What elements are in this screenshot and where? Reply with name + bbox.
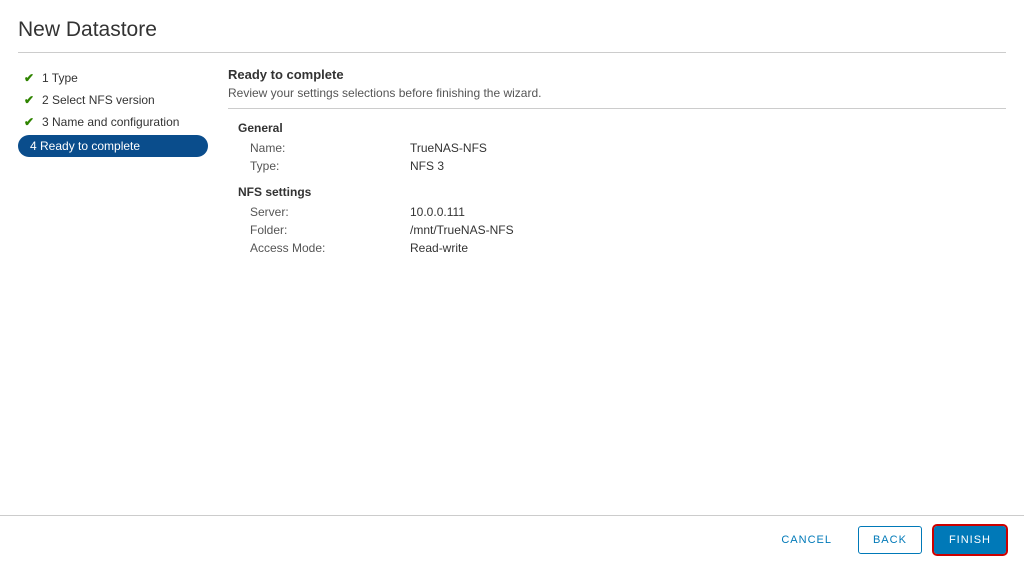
section-general-title: General	[238, 121, 1006, 135]
label-server: Server:	[250, 205, 410, 219]
content-wrap: ✔ 1 Type ✔ 2 Select NFS version ✔ 3 Name…	[18, 57, 1006, 257]
check-icon: ✔	[24, 93, 38, 107]
panel-subheading: Review your settings selections before f…	[228, 86, 1006, 100]
cancel-button[interactable]: CANCEL	[767, 526, 846, 554]
label-name: Name:	[250, 141, 410, 155]
value-server: 10.0.0.111	[410, 205, 465, 219]
section-nfs-title: NFS settings	[238, 185, 1006, 199]
step-label: 1 Type	[42, 71, 78, 85]
step-label: 4 Ready to complete	[30, 139, 140, 153]
back-button[interactable]: BACK	[858, 526, 922, 554]
value-access-mode: Read-write	[410, 241, 468, 255]
row-name: Name: TrueNAS-NFS	[228, 139, 1006, 157]
step-name-configuration[interactable]: ✔ 3 Name and configuration	[18, 111, 208, 133]
main-panel: Ready to complete Review your settings s…	[208, 57, 1006, 257]
check-icon: ✔	[24, 115, 38, 129]
row-access-mode: Access Mode: Read-write	[228, 239, 1006, 257]
step-label: 2 Select NFS version	[42, 93, 155, 107]
row-type: Type: NFS 3	[228, 157, 1006, 175]
wizard-title: New Datastore	[18, 18, 1006, 42]
label-type: Type:	[250, 159, 410, 173]
label-folder: Folder:	[250, 223, 410, 237]
step-type[interactable]: ✔ 1 Type	[18, 67, 208, 89]
step-ready-complete[interactable]: 4 Ready to complete	[18, 135, 208, 157]
title-divider	[18, 52, 1006, 53]
wizard-footer: CANCEL BACK FINISH	[0, 515, 1024, 564]
wizard-sidebar: ✔ 1 Type ✔ 2 Select NFS version ✔ 3 Name…	[18, 57, 208, 257]
finish-button[interactable]: FINISH	[934, 526, 1006, 554]
panel-heading: Ready to complete	[228, 67, 1006, 82]
value-folder: /mnt/TrueNAS-NFS	[410, 223, 514, 237]
step-label: 3 Name and configuration	[42, 115, 179, 129]
row-folder: Folder: /mnt/TrueNAS-NFS	[228, 221, 1006, 239]
check-icon: ✔	[24, 71, 38, 85]
wizard-container: New Datastore ✔ 1 Type ✔ 2 Select NFS ve…	[0, 0, 1024, 275]
value-name: TrueNAS-NFS	[410, 141, 487, 155]
panel-divider	[228, 108, 1006, 109]
step-select-nfs-version[interactable]: ✔ 2 Select NFS version	[18, 89, 208, 111]
value-type: NFS 3	[410, 159, 444, 173]
row-server: Server: 10.0.0.111	[228, 203, 1006, 221]
label-access-mode: Access Mode:	[250, 241, 410, 255]
